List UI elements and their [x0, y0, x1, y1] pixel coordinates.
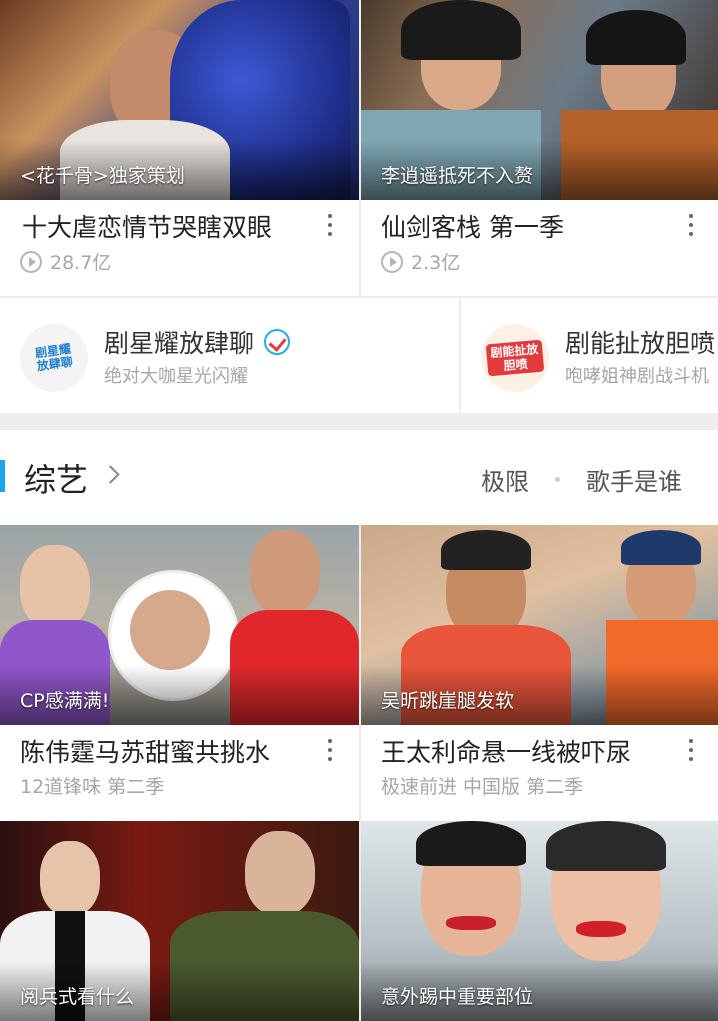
video-thumbnail[interactable]: 吴昕跳崖腿发软 — [361, 525, 718, 725]
thumbnail-caption: 阅兵式看什么 — [20, 986, 135, 1008]
video-thumbnail[interactable]: 李逍遥抵死不入赘 — [361, 0, 718, 200]
section-accent-bar — [0, 460, 5, 492]
video-card[interactable]: 意外踢中重要部位 — [361, 821, 718, 1021]
thumbnail-caption: 李逍遥抵死不入赘 — [381, 165, 534, 187]
thumbnail-caption: 意外踢中重要部位 — [381, 986, 534, 1008]
video-title[interactable]: 王太利命悬一线被吓尿 — [381, 733, 631, 769]
view-count-value: 28.7亿 — [50, 252, 112, 274]
view-count: 28.7亿 — [20, 248, 111, 275]
view-count: 2.3亿 — [381, 248, 460, 275]
more-icon[interactable] — [688, 214, 694, 236]
channel-description: 绝对大咖星光闪耀 — [104, 366, 248, 387]
chevron-right-icon[interactable] — [101, 465, 120, 484]
section-gap — [0, 413, 718, 430]
video-card[interactable]: 阅兵式看什么 — [0, 821, 359, 1021]
video-title[interactable]: 陈伟霆马苏甜蜜共挑水 — [20, 733, 270, 769]
dot-separator — [555, 477, 560, 482]
thumbnail-caption: 吴昕跳崖腿发软 — [381, 690, 515, 712]
video-card[interactable]: 吴昕跳崖腿发软 王太利命悬一线被吓尿 极速前进 中国版 第二季 — [361, 525, 718, 821]
channel-name: 剧星耀放肆聊 — [104, 324, 291, 360]
channel-name: 剧能扯放胆喷 — [565, 329, 716, 358]
video-thumbnail[interactable]: 意外踢中重要部位 — [361, 821, 718, 1021]
view-count-value: 2.3亿 — [411, 252, 461, 274]
channel-logo: 剧星耀放肆聊 — [20, 324, 88, 392]
show-name: 12道锋味 第二季 — [20, 776, 165, 798]
more-icon[interactable] — [327, 214, 333, 236]
video-title[interactable]: 仙剑客栈 第一季 — [381, 208, 564, 244]
section-header: 综艺 极限 歌手是谁 — [0, 430, 718, 525]
channel-description: 咆哮姐神剧战斗机 — [565, 366, 709, 387]
channel-logo-text: 剧星耀放肆聊 — [34, 341, 74, 374]
channel-logo-text: 剧能扯放胆喷 — [485, 339, 545, 377]
section-title[interactable]: 综艺 — [24, 455, 88, 501]
verified-icon — [264, 329, 291, 355]
thumbnail-caption: CP感满满! — [20, 690, 110, 712]
video-thumbnail[interactable]: <花千骨>独家策划 — [0, 0, 359, 200]
section-link[interactable]: 歌手是谁 — [586, 462, 682, 497]
section-links: 极限 歌手是谁 — [481, 462, 682, 497]
video-thumbnail[interactable]: 阅兵式看什么 — [0, 821, 359, 1021]
video-thumbnail[interactable]: CP感满满! — [0, 525, 359, 725]
play-icon — [20, 250, 42, 273]
thumbnail-caption: <花千骨>独家策划 — [20, 165, 185, 187]
channel-card[interactable]: 剧星耀放肆聊 剧星耀放肆聊 绝对大咖星光闪耀 — [0, 298, 459, 413]
more-icon[interactable] — [688, 739, 694, 761]
video-card[interactable]: <花千骨>独家策划 十大虐恋情节哭瞎双眼 28.7亿 — [0, 0, 359, 296]
video-card[interactable]: CP感满满! 陈伟霆马苏甜蜜共挑水 12道锋味 第二季 — [0, 525, 359, 821]
section-link[interactable]: 极限 — [481, 462, 529, 497]
play-icon — [381, 250, 403, 273]
channel-card[interactable]: 剧能扯放胆喷 剧能扯放胆喷 咆哮姐神剧战斗机 — [461, 298, 718, 413]
more-icon[interactable] — [327, 739, 333, 761]
channel-logo: 剧能扯放胆喷 — [481, 324, 549, 392]
show-name: 极速前进 中国版 第二季 — [381, 776, 584, 798]
video-card[interactable]: 李逍遥抵死不入赘 仙剑客栈 第一季 2.3亿 — [361, 0, 718, 296]
video-title[interactable]: 十大虐恋情节哭瞎双眼 — [22, 208, 272, 244]
